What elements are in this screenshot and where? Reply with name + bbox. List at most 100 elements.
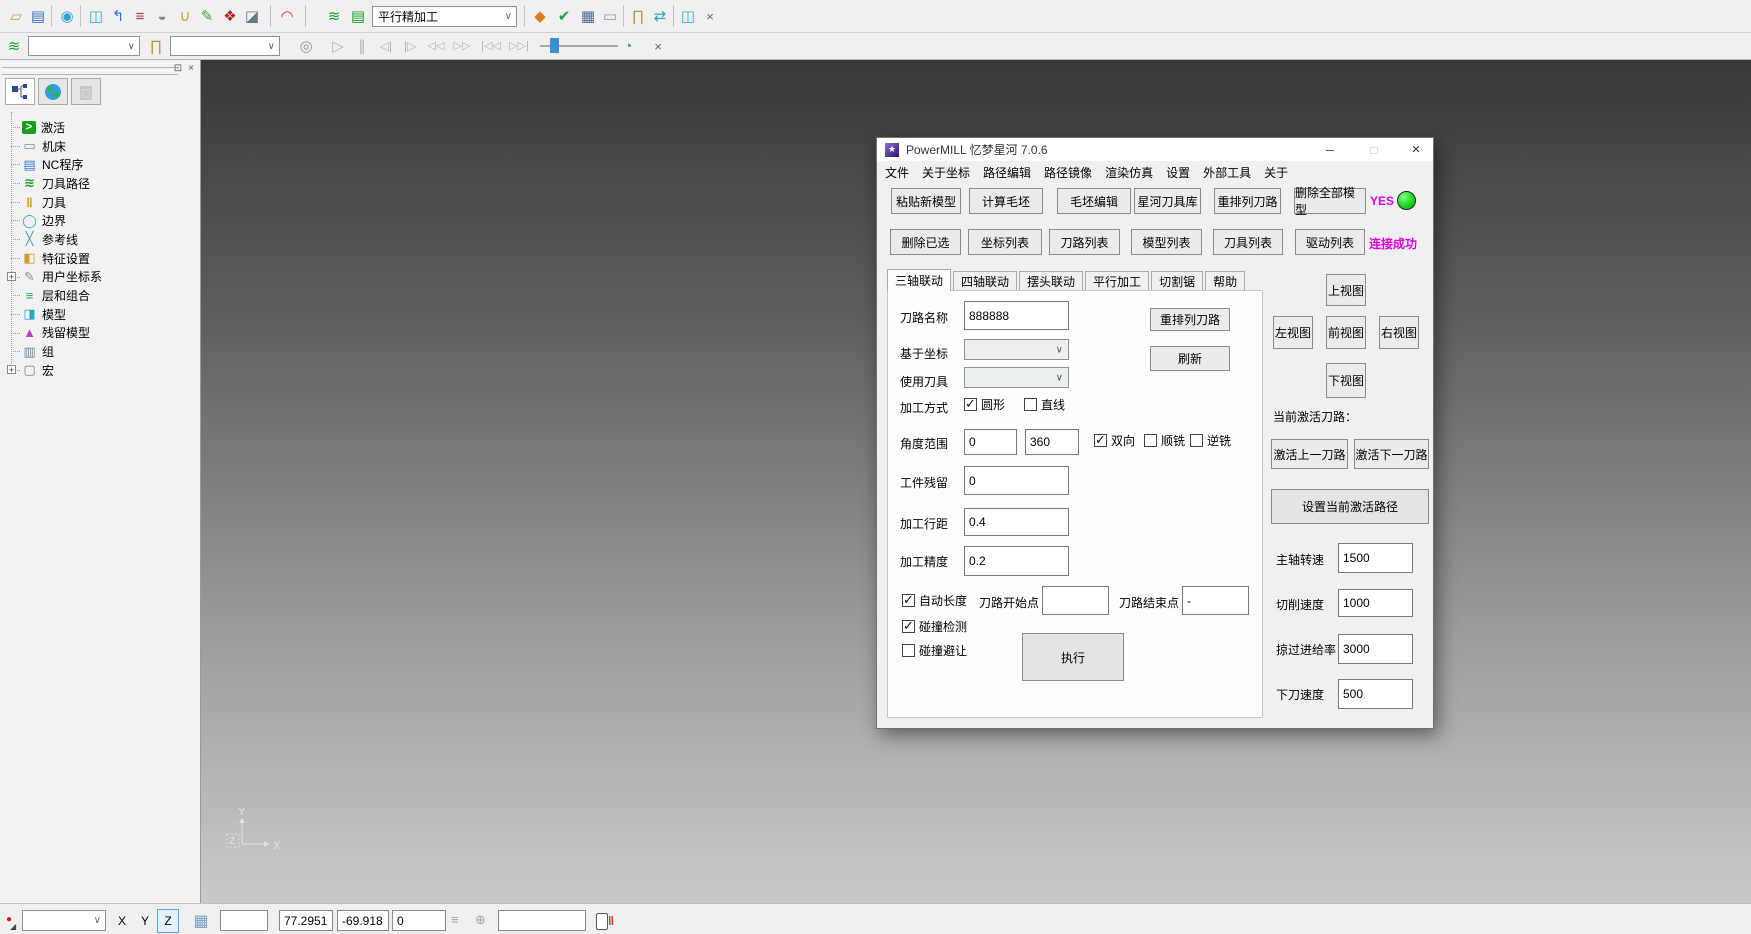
stepover-input[interactable]: [964, 508, 1069, 536]
menu-path-mirror[interactable]: 路径镜像: [1044, 164, 1092, 181]
front-view-button[interactable]: 前视图: [1326, 316, 1366, 349]
strategy-list-icon[interactable]: ▤: [348, 5, 368, 27]
tab-4axis[interactable]: 四轴联动: [953, 271, 1017, 291]
refresh-button[interactable]: 刷新: [1150, 346, 1230, 371]
fast-forward-icon[interactable]: ▷▷: [450, 35, 474, 57]
z-axis-button[interactable]: Z: [157, 909, 179, 933]
climb-checkbox[interactable]: 顺铣: [1144, 432, 1185, 449]
right-view-button[interactable]: 右视图: [1379, 316, 1419, 349]
top-view-button[interactable]: 上视图: [1326, 274, 1366, 306]
start-point-input[interactable]: [1042, 586, 1109, 615]
plunge-speed-input[interactable]: [1338, 679, 1413, 709]
menu-about[interactable]: 关于: [1264, 164, 1288, 181]
rewind-icon[interactable]: ◁◁: [424, 35, 448, 57]
tab-cutting-saw[interactable]: 切割锯: [1151, 271, 1203, 291]
shaded-view-icon[interactable]: ◉: [57, 5, 77, 27]
cylinders-icon[interactable]: ◫: [678, 5, 698, 27]
drive-list-button[interactable]: 驱动列表: [1295, 229, 1365, 255]
tab-swivel-head[interactable]: 摆头联动: [1019, 271, 1083, 291]
step-forward-icon[interactable]: |▷: [400, 35, 420, 57]
angle-end-input[interactable]: [1025, 429, 1079, 455]
toolbar-close-icon[interactable]: ×: [700, 5, 720, 27]
tree-item-feature-sets[interactable]: ◧特征设置: [6, 249, 198, 268]
tree-item-stock-models[interactable]: ▲残留模型: [6, 324, 198, 343]
line-checkbox[interactable]: 直线: [1024, 396, 1065, 413]
set-active-path-button[interactable]: 设置当前激活路径: [1271, 489, 1429, 524]
swap-arrows-icon[interactable]: ⇄: [650, 5, 670, 27]
tool-arc-icon[interactable]: ◠: [277, 5, 297, 27]
sim-toolbar-close-icon[interactable]: ×: [648, 35, 668, 57]
activate-next-button[interactable]: 激活下一刀路: [1354, 439, 1429, 469]
tab-explorer-tree[interactable]: [5, 78, 35, 105]
bottom-view-button[interactable]: 下视图: [1326, 363, 1366, 398]
tool-ball-icon[interactable]: ◒: [152, 5, 172, 27]
bidirectional-checkbox-box[interactable]: [1094, 434, 1107, 447]
angle-start-input[interactable]: [964, 429, 1017, 455]
statusbar-field-1[interactable]: [220, 910, 268, 931]
tree-item-levels[interactable]: ≡层和组合: [6, 286, 198, 305]
resize-grip-icon[interactable]: ◢: [10, 922, 16, 931]
circular-checkbox[interactable]: 圆形: [964, 396, 1005, 413]
tool-delete-icon[interactable]: ◪: [242, 5, 262, 27]
coord-list-button[interactable]: 坐标列表: [968, 229, 1042, 255]
paste-model-button[interactable]: 粘贴新模型: [891, 188, 961, 214]
collision-check-checkbox[interactable]: 碰撞检测: [902, 618, 967, 635]
tab-help[interactable]: 帮助: [1205, 271, 1245, 291]
tree-item-models[interactable]: ◨模型: [6, 305, 198, 324]
tab-explorer-globe[interactable]: [38, 78, 68, 105]
speed-clock-icon[interactable]: ◔: [618, 35, 638, 57]
tolerance-input[interactable]: [964, 546, 1069, 576]
toolpath-name-input[interactable]: [964, 301, 1069, 330]
stock-input[interactable]: [964, 466, 1069, 495]
nc-program-icon[interactable]: ≡: [130, 5, 150, 27]
tab-3axis[interactable]: 三轴联动: [887, 269, 951, 291]
dialog-title-bar[interactable]: ★ PowerMILL 忆梦星河 7.0.6: [877, 138, 1433, 161]
leads-icon[interactable]: ↰: [108, 5, 128, 27]
calc-block-button[interactable]: 计算毛坯: [969, 188, 1043, 214]
maximize-button[interactable]: □: [1359, 138, 1389, 161]
conventional-checkbox-box[interactable]: [1190, 434, 1203, 447]
activate-prev-button[interactable]: 激活上一刀路: [1271, 439, 1348, 469]
calculator-icon[interactable]: ▦: [578, 5, 598, 27]
toolpath-select[interactable]: [28, 36, 140, 56]
cutting-speed-input[interactable]: [1338, 589, 1413, 617]
save-icon[interactable]: ▤: [28, 5, 48, 27]
tool-library-button[interactable]: 星河刀具库: [1134, 188, 1201, 214]
go-to-end-icon[interactable]: ▷▷|: [506, 35, 532, 57]
end-point-input[interactable]: [1182, 586, 1249, 615]
execute-button[interactable]: 执行: [1022, 633, 1124, 681]
boundary-icon[interactable]: ∪: [175, 5, 195, 27]
menu-settings[interactable]: 设置: [1166, 164, 1190, 181]
tree-item-machine[interactable]: ▭机床: [6, 137, 198, 156]
tree-item-groups[interactable]: ▥组: [6, 342, 198, 361]
menu-external-tools[interactable]: 外部工具: [1203, 164, 1251, 181]
delete-selected-button[interactable]: 删除已选: [890, 229, 961, 255]
rearrange-toolpath-button[interactable]: 重排列刀路: [1214, 188, 1281, 214]
hold-document-icon[interactable]: [596, 913, 608, 930]
skim-feed-input[interactable]: [1338, 634, 1413, 664]
coord-y-field[interactable]: [337, 910, 389, 931]
pattern-icon[interactable]: ✎: [197, 5, 217, 27]
speed-slider[interactable]: [540, 36, 618, 56]
collision-check-checkbox-box[interactable]: [902, 620, 915, 633]
left-view-button[interactable]: 左视图: [1273, 316, 1313, 349]
menu-file[interactable]: 文件: [885, 164, 909, 181]
expand-icon[interactable]: +: [7, 272, 16, 281]
tree-item-patterns[interactable]: ╳参考线: [6, 230, 198, 249]
tool-select[interactable]: [170, 36, 280, 56]
tree-item-toolpaths[interactable]: ≋刀具路径: [6, 174, 198, 193]
tool-fire-icon[interactable]: ◆: [530, 5, 550, 27]
tree-item-boundaries[interactable]: ◯边界: [6, 211, 198, 230]
strategy-select[interactable]: 平行精加工: [372, 6, 517, 27]
use-tool-select[interactable]: [964, 367, 1069, 388]
tree-item-macros[interactable]: +▢宏: [6, 361, 198, 380]
statusbar-field-2[interactable]: [498, 910, 586, 931]
dialog-close-button[interactable]: ×: [1401, 138, 1431, 161]
panel-grip2[interactable]: [2, 70, 178, 75]
collision-avoid-checkbox-box[interactable]: [902, 644, 915, 657]
coord-x-field[interactable]: [279, 910, 333, 931]
step-back-icon[interactable]: ◁|: [376, 35, 396, 57]
grid-snap-icon[interactable]: ▦: [188, 910, 214, 932]
rearrange-toolpath-button-2[interactable]: 重排列刀路: [1150, 308, 1230, 331]
based-coord-select[interactable]: [964, 339, 1069, 360]
